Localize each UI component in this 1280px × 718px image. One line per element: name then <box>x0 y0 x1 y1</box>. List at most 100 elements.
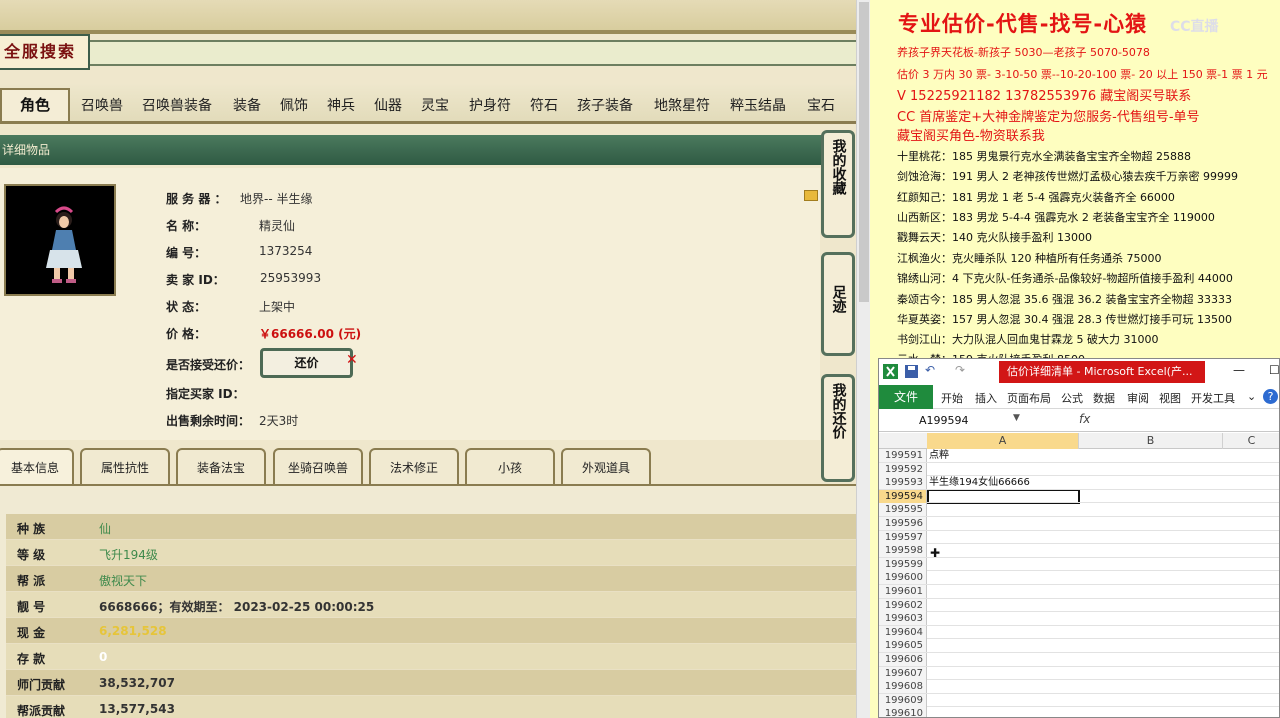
row-number[interactable]: 199606 <box>879 652 927 666</box>
footprint-button[interactable]: 足迹 <box>821 252 855 356</box>
sheet-row: 199593 半生缘194女仙66666 <box>879 476 1279 490</box>
maximize-icon[interactable]: ☐ <box>1269 363 1279 377</box>
row-number[interactable]: 199595 <box>879 503 927 517</box>
row-number[interactable]: 199598 <box>879 544 927 558</box>
menu-developer[interactable]: 开发工具 <box>1191 390 1235 406</box>
menu-view[interactable]: 视图 <box>1159 390 1181 406</box>
sheet-grid[interactable]: 199591 点粹 199592 199593 半生缘194女仙66666 199594 1… <box>879 449 1279 717</box>
subtab-child[interactable]: 小孩 <box>465 448 555 484</box>
name-box[interactable]: A199594 <box>915 413 1023 429</box>
page-scrollbar[interactable] <box>856 0 870 718</box>
function-icon[interactable]: fx <box>1079 412 1090 426</box>
footprint-label: 足迹 <box>830 285 847 313</box>
my-counter-offers-button[interactable]: 我的还价 <box>821 374 855 482</box>
save-icon[interactable] <box>905 365 918 378</box>
tab-child-equipment[interactable]: 孩子装备 <box>577 95 633 115</box>
sheet-row: 199602 <box>879 598 1279 613</box>
menu-formulas[interactable]: 公式 <box>1061 390 1083 406</box>
redo-icon[interactable]: ↷ <box>955 363 965 377</box>
listing-line: 秦颂古今：185 男人忽混 35.6 强混 36.2 装备宝宝齐全物超 3333… <box>897 293 1232 306</box>
row-number[interactable]: 199599 <box>879 557 927 571</box>
counter-offer-button[interactable]: 还价 <box>260 348 353 378</box>
stats-value: 13,577,543 <box>99 702 175 716</box>
tab-pet-equipment[interactable]: 召唤兽装备 <box>142 95 212 115</box>
chevron-down-icon[interactable]: ⌄ <box>1247 390 1256 403</box>
remaining-time-value: 2天3时 <box>259 414 299 428</box>
subtab-attributes[interactable]: 属性抗性 <box>80 448 170 484</box>
buyer-id-label: 指定买家 ID： <box>166 387 245 401</box>
subtab-spell-mods[interactable]: 法术修正 <box>369 448 459 484</box>
undo-icon[interactable]: ↶ <box>925 363 935 377</box>
tab-amulet[interactable]: 护身符 <box>469 95 511 115</box>
listing-line: 江枫渔火：克火睡杀队 120 种植所有任务通杀 75000 <box>897 252 1162 265</box>
menu-insert[interactable]: 插入 <box>975 390 997 406</box>
column-header-b[interactable]: B <box>1079 433 1223 449</box>
tab-gem[interactable]: 宝石 <box>807 95 835 115</box>
tab-pet[interactable]: 召唤兽 <box>81 95 123 115</box>
row-number[interactable]: 199610 <box>879 707 927 717</box>
tab-divider <box>0 121 856 124</box>
row-number[interactable]: 199597 <box>879 530 927 544</box>
stats-label: 等 级 <box>17 548 46 562</box>
folder-icon[interactable] <box>804 190 818 201</box>
column-header-a[interactable]: A <box>927 433 1079 449</box>
tab-star-talisman[interactable]: 地煞星符 <box>654 95 710 115</box>
cell-a[interactable]: 点粹 <box>929 449 949 462</box>
cell-a[interactable]: 半生缘194女仙66666 <box>929 476 1030 489</box>
server-label: 服 务 器 ： <box>166 192 227 206</box>
subtab-equipment[interactable]: 装备法宝 <box>176 448 266 484</box>
row-number[interactable]: 199602 <box>879 598 927 612</box>
sheet-row: 199601 <box>879 584 1279 599</box>
row-number[interactable]: 199591 <box>879 449 927 462</box>
row-number[interactable]: 199600 <box>879 571 927 585</box>
row-number[interactable]: 199593 <box>879 476 927 490</box>
name-label: 名 称： <box>166 219 207 233</box>
subtab-appearance[interactable]: 外观道具 <box>561 448 651 484</box>
file-tab[interactable]: 文件 <box>879 385 933 409</box>
side-buttons: 我的收藏 足迹 我的还价 <box>818 130 856 490</box>
tab-equipment[interactable]: 装备 <box>233 95 261 115</box>
help-icon[interactable]: ? <box>1263 389 1278 404</box>
close-icon[interactable]: ✕ <box>346 352 358 368</box>
tab-accessory[interactable]: 佩饰 <box>280 95 308 115</box>
excel-logo-icon <box>883 364 898 379</box>
menu-data[interactable]: 数据 <box>1093 390 1115 406</box>
row-number[interactable]: 199605 <box>879 639 927 653</box>
tab-immortal-gear[interactable]: 仙器 <box>374 95 402 115</box>
sheet-row: 199603 <box>879 612 1279 626</box>
sheet-row: 199600 <box>879 571 1279 585</box>
menu-home[interactable]: 开始 <box>941 390 963 406</box>
listing-line: 十里桃花：185 男鬼景行克水全满装备宝宝齐全物超 25888 <box>897 150 1191 163</box>
row-number[interactable]: 199601 <box>879 584 927 598</box>
row-number[interactable]: 199604 <box>879 625 927 639</box>
row-number[interactable]: 199607 <box>879 666 927 680</box>
tab-role[interactable]: 角色 <box>0 88 70 122</box>
stats-value: 傲视天下 <box>99 574 148 588</box>
excel-titlebar: ↶ ↷ 估价详细清单 - Microsoft Excel(产... — ☐ <box>879 359 1279 385</box>
minimize-icon[interactable]: — <box>1233 363 1245 377</box>
column-header-c[interactable]: C <box>1223 433 1279 449</box>
subtab-basic-info[interactable]: 基本信息 <box>0 448 74 484</box>
row-number[interactable]: 199603 <box>879 612 927 626</box>
row-number[interactable]: 199594 <box>879 489 927 503</box>
my-favorites-button[interactable]: 我的收藏 <box>821 130 855 238</box>
chevron-down-icon[interactable]: ▼ <box>1013 413 1020 423</box>
tab-jade-crystal[interactable]: 粹玉结晶 <box>730 95 786 115</box>
listing-line: 山西新区：183 男龙 5-4-4 强霹克水 2 老装备宝宝齐全 119000 <box>897 211 1215 224</box>
tab-rune-stone[interactable]: 符石 <box>530 95 558 115</box>
subtab-mounts-pets[interactable]: 坐骑召唤兽 <box>273 448 363 484</box>
search-title[interactable]: 全服搜索 <box>0 34 90 70</box>
stats-label: 现 金 <box>17 626 46 640</box>
tab-spirit-treasure[interactable]: 灵宝 <box>421 95 449 115</box>
search-bar[interactable] <box>90 40 856 66</box>
scrollbar-thumb[interactable] <box>859 2 869 302</box>
menu-page-layout[interactable]: 页面布局 <box>1007 390 1051 406</box>
row-number[interactable]: 199592 <box>879 462 927 476</box>
menu-review[interactable]: 审阅 <box>1127 390 1149 406</box>
row-number[interactable]: 199596 <box>879 516 927 530</box>
row-number[interactable]: 199608 <box>879 680 927 694</box>
note-line-4: CC 首席鉴定+大神金牌鉴定为您服务-代售组号-单号 <box>897 110 1200 125</box>
tab-divine-weapon[interactable]: 神兵 <box>327 95 355 115</box>
status-value: 上架中 <box>259 300 296 314</box>
row-number[interactable]: 199609 <box>879 693 927 707</box>
